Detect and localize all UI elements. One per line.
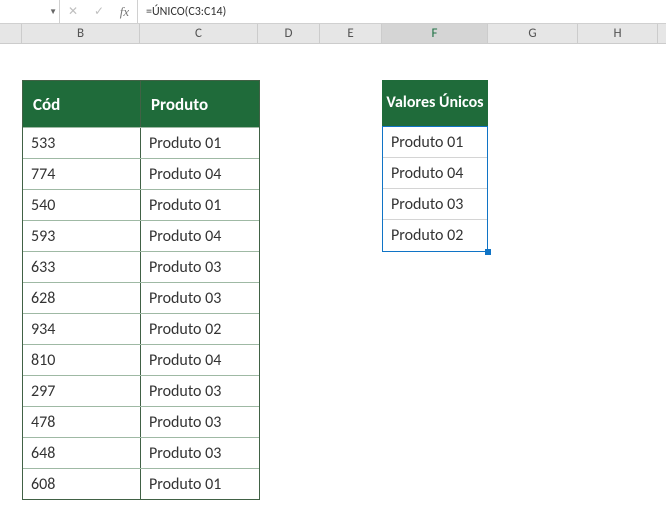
accept-icon[interactable]: ✓	[86, 0, 112, 23]
cell-cod[interactable]: 648	[23, 438, 141, 468]
header-cod[interactable]: Cód	[23, 81, 141, 127]
table-row: 633 Produto 03	[23, 251, 259, 282]
name-box[interactable]: ▼	[0, 0, 60, 23]
column-header-e[interactable]: E	[320, 24, 382, 43]
unique-values-table: Valores Únicos Produto 01 Produto 04 Pro…	[382, 80, 488, 252]
formula-text: =ÚNICO(C3:C14)	[146, 5, 226, 19]
data-table: Cód Produto 533 Produto 01 774 Produto 0…	[22, 80, 260, 500]
table-row: 648 Produto 03	[23, 437, 259, 468]
spill-range: Produto 01 Produto 04 Produto 03 Produto…	[382, 126, 488, 252]
column-header-d[interactable]: D	[258, 24, 320, 43]
cell-produto[interactable]: Produto 01	[141, 190, 259, 220]
cell-produto[interactable]: Produto 01	[141, 469, 259, 499]
fill-handle-icon[interactable]	[485, 249, 491, 255]
unique-header[interactable]: Valores Únicos	[382, 80, 488, 126]
table-row: 810 Produto 04	[23, 344, 259, 375]
spill-cell[interactable]: Produto 04	[383, 158, 487, 189]
table-row: 478 Produto 03	[23, 406, 259, 437]
table-row: 297 Produto 03	[23, 375, 259, 406]
cell-produto[interactable]: Produto 01	[141, 128, 259, 158]
cancel-icon[interactable]: ✕	[60, 0, 86, 23]
cell-produto[interactable]: Produto 03	[141, 376, 259, 406]
dropdown-icon[interactable]: ▼	[49, 7, 57, 17]
cell-produto[interactable]: Produto 03	[141, 283, 259, 313]
spill-cell[interactable]: Produto 01	[383, 127, 487, 158]
cell-produto[interactable]: Produto 03	[141, 407, 259, 437]
header-produto[interactable]: Produto	[141, 81, 259, 127]
spill-cell[interactable]: Produto 03	[383, 189, 487, 220]
select-all-corner[interactable]	[0, 24, 22, 43]
cell-cod[interactable]: 608	[23, 469, 141, 499]
cell-cod[interactable]: 533	[23, 128, 141, 158]
cell-produto[interactable]: Produto 03	[141, 252, 259, 282]
column-header-h[interactable]: H	[578, 24, 658, 43]
formula-input[interactable]: =ÚNICO(C3:C14)	[138, 5, 666, 19]
cell-cod[interactable]: 478	[23, 407, 141, 437]
table-row: 608 Produto 01	[23, 468, 259, 499]
cell-cod[interactable]: 593	[23, 221, 141, 251]
cell-produto[interactable]: Produto 03	[141, 438, 259, 468]
formula-bar: ▼ ✕ ✓ fx =ÚNICO(C3:C14)	[0, 0, 666, 24]
cell-cod[interactable]: 810	[23, 345, 141, 375]
spill-border: Produto 01 Produto 04 Produto 03 Produto…	[382, 126, 488, 252]
formula-buttons: ✕ ✓ fx	[60, 0, 138, 23]
table-row: 934 Produto 02	[23, 313, 259, 344]
column-header-c[interactable]: C	[140, 24, 258, 43]
cell-cod[interactable]: 934	[23, 314, 141, 344]
column-headers: B C D E F G H	[0, 24, 666, 44]
column-header-f[interactable]: F	[382, 24, 488, 43]
table-row: 628 Produto 03	[23, 282, 259, 313]
table-row: 540 Produto 01	[23, 189, 259, 220]
table-header: Cód Produto	[23, 81, 259, 127]
table-row: 593 Produto 04	[23, 220, 259, 251]
cell-produto[interactable]: Produto 04	[141, 345, 259, 375]
column-header-b[interactable]: B	[22, 24, 140, 43]
cell-cod[interactable]: 774	[23, 159, 141, 189]
cell-produto[interactable]: Produto 02	[141, 314, 259, 344]
cell-cod[interactable]: 633	[23, 252, 141, 282]
table-row: 774 Produto 04	[23, 158, 259, 189]
cell-cod[interactable]: 297	[23, 376, 141, 406]
column-header-g[interactable]: G	[488, 24, 578, 43]
cell-cod[interactable]: 540	[23, 190, 141, 220]
spill-cell[interactable]: Produto 02	[383, 220, 487, 251]
cell-cod[interactable]: 628	[23, 283, 141, 313]
cell-produto[interactable]: Produto 04	[141, 159, 259, 189]
cell-produto[interactable]: Produto 04	[141, 221, 259, 251]
table-row: 533 Produto 01	[23, 127, 259, 158]
fx-icon[interactable]: fx	[112, 0, 138, 23]
worksheet-grid[interactable]: Cód Produto 533 Produto 01 774 Produto 0…	[0, 44, 666, 513]
